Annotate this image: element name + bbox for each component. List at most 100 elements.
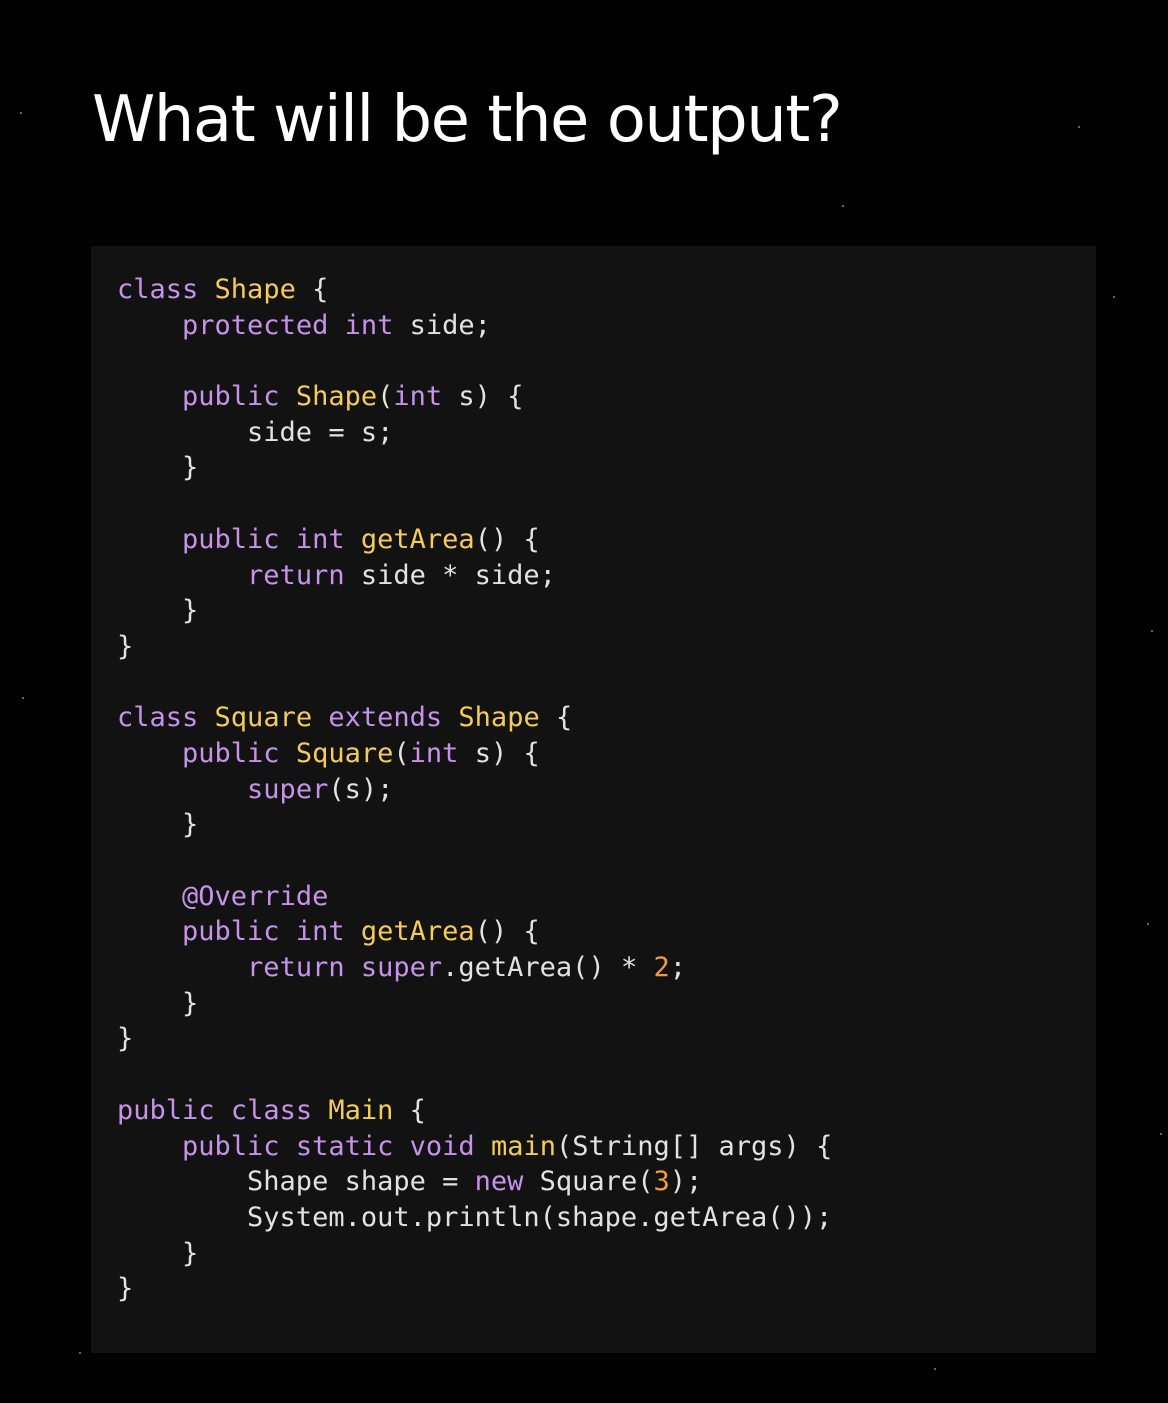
background-star bbox=[22, 697, 24, 699]
code-text: () { bbox=[474, 916, 540, 948]
code-keyword: return bbox=[247, 952, 345, 984]
code-identifier: getArea bbox=[360, 916, 475, 948]
code-keyword: public bbox=[182, 1130, 280, 1162]
code-text: } bbox=[117, 809, 199, 841]
code-keyword: int bbox=[295, 916, 345, 948]
code-text: () { bbox=[474, 523, 540, 555]
code-line: public Shape(int s) { bbox=[117, 379, 1096, 415]
code-text: ); bbox=[669, 1166, 703, 1198]
code-block: class Shape { protected int side; public… bbox=[117, 272, 1096, 1307]
code-identifier: Shape bbox=[295, 381, 378, 413]
page-title: What will be the output? bbox=[92, 83, 843, 157]
code-keyword: public bbox=[182, 737, 280, 769]
code-panel: class Shape { protected int side; public… bbox=[91, 246, 1096, 1353]
code-text: } bbox=[117, 987, 199, 1019]
code-number: 3 bbox=[653, 1166, 670, 1198]
code-keyword: int bbox=[393, 381, 443, 413]
code-line: } bbox=[117, 450, 1096, 486]
code-line: return super.getArea() * 2; bbox=[117, 950, 1096, 986]
code-line: super(s); bbox=[117, 772, 1096, 808]
code-line: return side * side; bbox=[117, 558, 1096, 594]
code-line: } bbox=[117, 986, 1096, 1022]
code-keyword: static bbox=[295, 1130, 394, 1162]
code-keyword: public bbox=[117, 1094, 215, 1126]
code-identifier: Shape bbox=[214, 274, 296, 305]
code-line: } bbox=[117, 629, 1096, 665]
code-text: } bbox=[117, 595, 199, 627]
code-text: side; bbox=[393, 309, 491, 341]
code-identifier: main bbox=[490, 1130, 556, 1162]
code-keyword: void bbox=[409, 1130, 475, 1162]
background-star bbox=[79, 1352, 81, 1354]
code-line: Shape shape = new Square(3); bbox=[117, 1164, 1096, 1200]
code-keyword: public bbox=[182, 523, 280, 555]
code-text: } bbox=[117, 1023, 134, 1055]
code-text: } bbox=[117, 452, 199, 484]
code-keyword: int bbox=[344, 309, 394, 341]
code-text: Square( bbox=[523, 1166, 654, 1198]
code-text: s) { bbox=[458, 737, 540, 769]
code-number: 2 bbox=[653, 952, 670, 984]
code-text: ; bbox=[669, 952, 686, 984]
background-star bbox=[842, 205, 844, 207]
code-line: System.out.println(shape.getArea()); bbox=[117, 1200, 1096, 1236]
code-line: } bbox=[117, 807, 1096, 843]
code-line: class Square extends Shape { bbox=[117, 700, 1096, 736]
code-line: } bbox=[117, 1236, 1096, 1272]
code-text: { bbox=[539, 702, 573, 734]
code-text: s) { bbox=[442, 381, 524, 413]
code-line: protected int side; bbox=[117, 308, 1096, 344]
code-text: (String[] args) { bbox=[555, 1130, 833, 1162]
code-keyword: extends bbox=[328, 702, 443, 734]
code-line: public int getArea() { bbox=[117, 522, 1096, 558]
code-line: @Override bbox=[117, 879, 1096, 915]
code-text: } bbox=[117, 1237, 199, 1269]
background-star bbox=[1113, 296, 1115, 298]
code-identifier: Square bbox=[214, 702, 313, 734]
code-line: } bbox=[117, 593, 1096, 629]
code-identifier: Main bbox=[328, 1094, 394, 1126]
code-text: { bbox=[393, 1094, 426, 1126]
background-star bbox=[934, 1368, 936, 1370]
code-text: { bbox=[295, 274, 329, 305]
code-line: } bbox=[117, 1021, 1096, 1057]
code-line: public static void main(String[] args) { bbox=[117, 1129, 1096, 1165]
code-keyword: protected bbox=[182, 309, 329, 341]
code-keyword: class bbox=[117, 274, 199, 305]
code-text: ( bbox=[393, 737, 410, 769]
code-text: } bbox=[117, 630, 134, 662]
code-keyword: new bbox=[474, 1166, 524, 1198]
code-keyword: int bbox=[409, 737, 459, 769]
code-text: System.out.println(shape.getArea()); bbox=[117, 1201, 833, 1233]
code-keyword: public bbox=[182, 916, 280, 948]
code-identifier: Square bbox=[295, 737, 394, 769]
code-line: } bbox=[117, 1271, 1096, 1307]
code-text: .getArea() * bbox=[442, 952, 654, 984]
code-keyword: public bbox=[182, 381, 280, 413]
